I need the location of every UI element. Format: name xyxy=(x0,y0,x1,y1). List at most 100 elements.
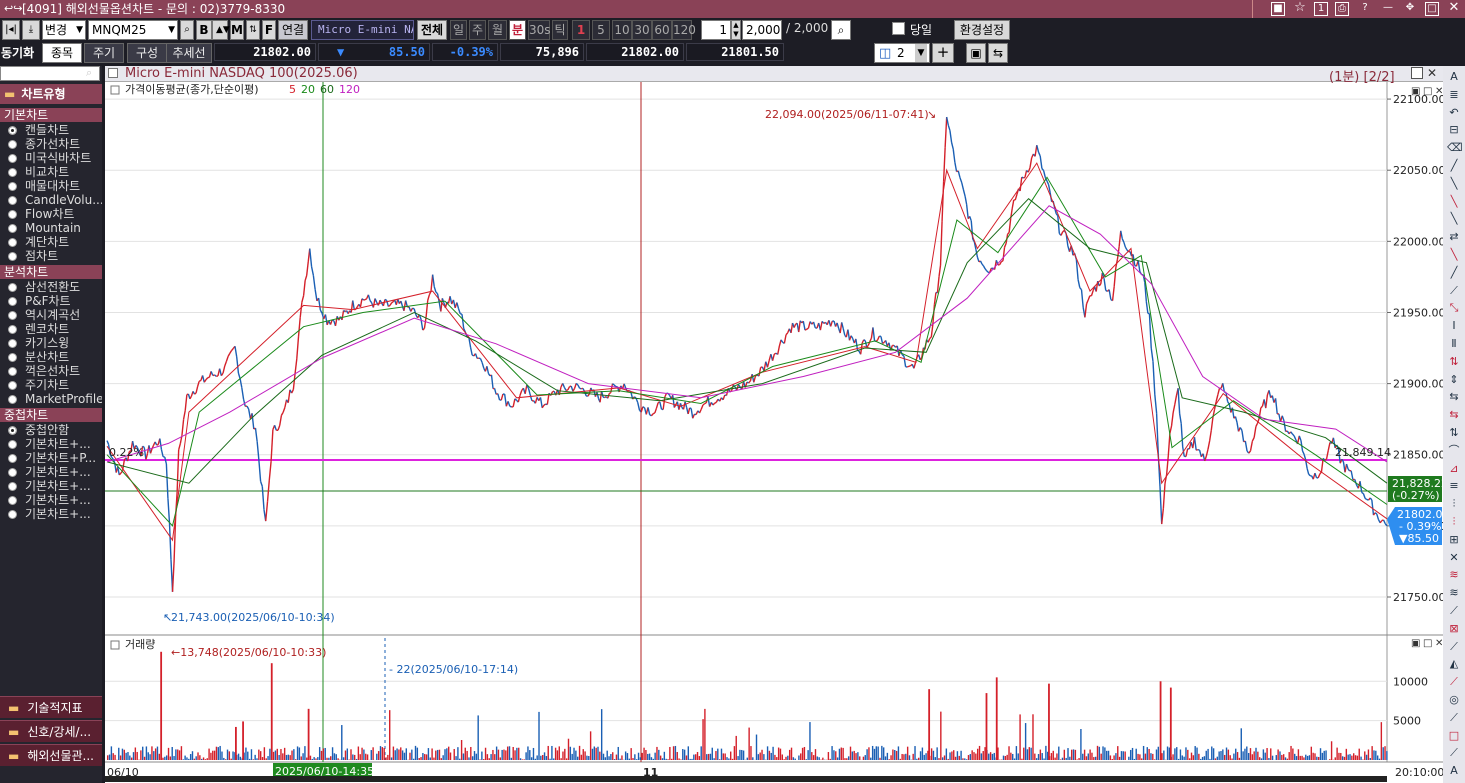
gann-icon[interactable]: ⫶ xyxy=(1447,515,1461,529)
elliott-icon[interactable]: ≋ xyxy=(1447,586,1461,600)
sidebar-bottom-2[interactable]: ▬ 해외선물관... xyxy=(0,744,102,766)
sidebar-item-1-1[interactable]: P&F차트 xyxy=(8,294,102,308)
box-icon[interactable]: ⊠ xyxy=(1447,622,1461,636)
sidebar-item-1-3[interactable]: 렌코차트 xyxy=(8,322,102,336)
sidebar-item-0-7[interactable]: Mountain xyxy=(8,221,102,235)
period-tab-1[interactable]: 주 xyxy=(469,20,486,40)
today-checkbox[interactable] xyxy=(892,22,905,35)
toolbar2-tab-2[interactable]: 구성 xyxy=(127,43,167,63)
label-icon[interactable]: A xyxy=(1447,764,1461,778)
sidebar-item-0-5[interactable]: CandleVolu... xyxy=(8,193,102,207)
radio-icon[interactable] xyxy=(8,367,17,376)
vertical-ray-icon[interactable]: ╲ xyxy=(1447,248,1461,262)
b-spinner-icon[interactable]: ▲▼ xyxy=(212,20,230,40)
radio-icon[interactable] xyxy=(8,482,17,491)
radio-icon[interactable] xyxy=(8,283,17,292)
sidebar-item-1-0[interactable]: 삼선전환도 xyxy=(8,280,102,294)
close-icon[interactable]: ✕ xyxy=(1447,1,1461,16)
toolbar2-tab-1[interactable]: 주기 xyxy=(84,43,124,63)
sidebar-item-1-6[interactable]: 꺽은선차트 xyxy=(8,364,102,378)
radio-icon[interactable] xyxy=(8,196,17,205)
chart-svg[interactable]: 22100.0022050.0022000.0021950.0021900.00… xyxy=(105,66,1443,783)
sidebar-item-0-6[interactable]: Flow차트 xyxy=(8,207,102,221)
sidebar-item-0-9[interactable]: 점차트 xyxy=(8,249,102,263)
sidebar-item-0-2[interactable]: 미국식바차트 xyxy=(8,151,102,165)
radio-icon[interactable] xyxy=(8,381,17,390)
toolbar2-tab-0[interactable]: 종목 xyxy=(42,43,82,63)
radio-icon[interactable] xyxy=(8,510,17,519)
search-icon[interactable]: ⌕ xyxy=(180,20,194,40)
radio-icon[interactable] xyxy=(8,168,17,177)
screen-split-button[interactable]: |◂| xyxy=(2,20,20,40)
sidebar-item-2-1[interactable]: 기본차트+... xyxy=(8,437,102,451)
interval-input[interactable]: 1 xyxy=(701,20,731,40)
sidebar-section-2[interactable]: 중첩차트 xyxy=(0,408,102,422)
parallel-icon[interactable]: ⤡ xyxy=(1447,301,1461,315)
radio-icon[interactable] xyxy=(8,353,17,362)
chart-menu-icon[interactable] xyxy=(108,68,118,78)
f-button[interactable]: F xyxy=(262,20,276,40)
radio-icon[interactable] xyxy=(8,311,17,320)
count-input[interactable]: 2,000 xyxy=(742,20,782,40)
trend-line-icon[interactable]: ╱ xyxy=(1447,159,1461,173)
up-down-icon[interactable]: ⇅ xyxy=(1447,355,1461,369)
sidebar-item-0-8[interactable]: 계단차트 xyxy=(8,235,102,249)
export-icon[interactable]: ⇆ xyxy=(988,43,1008,63)
radio-icon[interactable] xyxy=(8,126,17,135)
sidebar-section-1[interactable]: 분석차트 xyxy=(0,265,102,279)
interval-tab-0[interactable]: 1 xyxy=(572,20,590,40)
move-icon[interactable]: ✥ xyxy=(1403,2,1417,16)
change-select[interactable]: 변경 ▼ xyxy=(42,20,86,40)
maximize-icon[interactable]: □ xyxy=(1425,2,1439,16)
copy-icon[interactable]: ⊟ xyxy=(1447,123,1461,137)
speed-line-icon[interactable]: ⟋ xyxy=(1447,640,1461,654)
triangle-icon[interactable]: ⊿ xyxy=(1447,462,1461,476)
fan-icon[interactable]: ◭ xyxy=(1447,657,1461,671)
period-tab-2[interactable]: 월 xyxy=(488,20,507,40)
sidebar-item-2-0[interactable]: 중첩안함 xyxy=(8,423,102,437)
menu-icon[interactable]: ≣ xyxy=(1447,88,1461,102)
sidebar-item-1-5[interactable]: 분산차트 xyxy=(8,350,102,364)
wave-icon[interactable]: ≋ xyxy=(1447,568,1461,582)
zoom-search-icon[interactable]: ⌕ xyxy=(831,20,851,40)
span-icon[interactable]: ⇅ xyxy=(1447,426,1461,440)
star-icon[interactable]: ☆ xyxy=(1293,1,1307,16)
interval-tab-5[interactable]: 120 xyxy=(672,20,696,40)
sync-label[interactable]: 동기화 xyxy=(1,44,34,61)
sidebar-item-1-8[interactable]: MarketProfile xyxy=(8,392,102,406)
radio-icon[interactable] xyxy=(8,395,17,404)
layout-select[interactable]: ◫ 2 ▼ xyxy=(874,43,930,63)
help-icon[interactable]: ? xyxy=(1358,2,1372,16)
sidebar-item-2-2[interactable]: 기본차트+P... xyxy=(8,451,102,465)
radio-icon[interactable] xyxy=(8,252,17,261)
number-icon[interactable]: 1 xyxy=(1314,2,1328,16)
ray-icon[interactable]: ╲ xyxy=(1447,177,1461,191)
interval-spinner-icon[interactable]: ▲ ▼ xyxy=(731,20,741,40)
sidebar-item-1-2[interactable]: 역시계곡선 xyxy=(8,308,102,322)
period-tab-0[interactable]: 일 xyxy=(450,20,467,40)
radio-icon[interactable] xyxy=(8,454,17,463)
sidebar-item-2-4[interactable]: 기본차트+... xyxy=(8,479,102,493)
chart-close-icon[interactable]: ✕ xyxy=(1427,66,1437,80)
cross-icon[interactable]: ✕ xyxy=(1447,551,1461,565)
sidebar-bottom-0[interactable]: ▬ 기술적지표 xyxy=(0,696,102,718)
all-button[interactable]: 전체 xyxy=(417,20,447,40)
chart-maximize-icon[interactable] xyxy=(1411,67,1423,79)
symbol-select[interactable]: MNQM25 ▼ xyxy=(88,20,178,40)
arrow-line-icon[interactable]: ╲ xyxy=(1447,195,1461,209)
radio-icon[interactable] xyxy=(8,339,17,348)
height-icon[interactable]: ⇕ xyxy=(1447,373,1461,387)
interval-tab-3[interactable]: 30 xyxy=(632,20,652,40)
radio-icon[interactable] xyxy=(8,468,17,477)
b-button[interactable]: B xyxy=(196,20,212,40)
interval-tab-2[interactable]: 10 xyxy=(612,20,632,40)
period-tab-4[interactable]: 30s xyxy=(528,20,551,40)
settings-button[interactable]: 환경설정 xyxy=(954,20,1010,40)
print-icon[interactable]: ⎙ xyxy=(1335,2,1349,16)
pin-icon[interactable]: ■ xyxy=(1271,2,1285,16)
m-button[interactable]: M xyxy=(230,20,244,40)
erase-icon[interactable]: ⌫ xyxy=(1447,141,1463,155)
grid-icon[interactable]: ⊞ xyxy=(1447,533,1461,547)
sidebar-section-0[interactable]: 기본차트 xyxy=(0,108,102,122)
add-button[interactable]: + xyxy=(932,43,954,63)
